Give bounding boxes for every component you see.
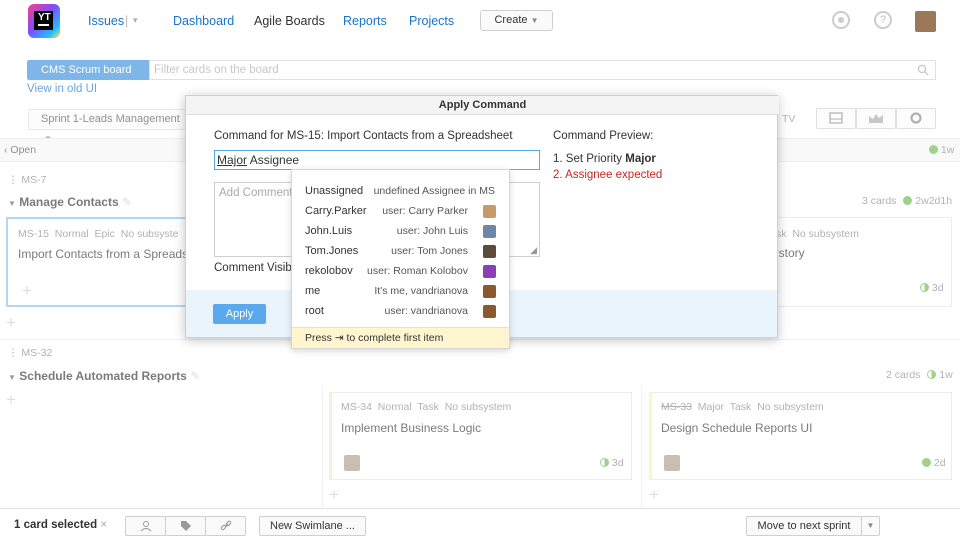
suggestion-desc: user: John Luis [396, 225, 468, 237]
suggestion-desc: user: Carry Parker [382, 205, 468, 217]
command-preview-label: Command Preview: [553, 130, 654, 142]
suggestion-name: root [305, 305, 324, 317]
new-swimlane-button[interactable]: New Swimlane ... [259, 516, 366, 536]
suggestion-desc: user: vandrianova [384, 305, 468, 317]
suggestion-tom-jones[interactable]: Tom.Jones user: Tom Jones [292, 242, 509, 262]
command-for-label: Command for MS-15: Import Contacts from … [214, 130, 513, 142]
assign-user-icon[interactable] [125, 516, 166, 536]
preview-1-text: 1. Set Priority [553, 153, 623, 165]
clear-selection-icon[interactable]: × [100, 519, 107, 531]
create-label: Create [494, 14, 528, 26]
user-avatar-icon [483, 225, 496, 238]
user-avatar-icon [483, 305, 496, 318]
link-icon[interactable] [205, 516, 246, 536]
suggestion-root[interactable]: root user: vandrianova [292, 302, 509, 322]
suggestion-name: John.Luis [305, 225, 353, 237]
user-avatar-icon [483, 205, 496, 218]
user-avatar[interactable] [915, 11, 936, 32]
resize-handle-icon[interactable]: ◢ [530, 245, 537, 256]
comment-placeholder: Add Comment [219, 187, 293, 199]
suggestion-desc: user: Roman Kolobov [367, 265, 468, 277]
logo-text: YT [38, 11, 51, 26]
top-navigation: YT Issues | ▾ Dashboard Agile Boards Rep… [0, 0, 960, 46]
command-for-prefix: Command for [214, 130, 284, 142]
nav-dashboard[interactable]: Dashboard [173, 14, 234, 28]
command-issue-id: MS-15: [286, 130, 324, 142]
user-avatar-icon [483, 285, 496, 298]
preview-item-2-error: 2. Assignee expected [553, 169, 663, 181]
nav-issues[interactable]: Issues [88, 14, 124, 28]
move-to-next-sprint-button[interactable]: Move to next sprint [746, 516, 862, 536]
command-issue-summary: Import Contacts from a Spreadsheet [327, 130, 513, 142]
suggestion-carry-parker[interactable]: Carry.Parker user: Carry Parker [292, 202, 509, 222]
apply-button[interactable]: Apply [213, 304, 266, 324]
issues-divider: | [125, 14, 129, 28]
suggestion-name: me [305, 285, 321, 297]
youtrack-logo[interactable]: YT [28, 4, 60, 38]
suggestion-rekolobov[interactable]: rekolobov user: Roman Kolobov [292, 262, 509, 282]
suggestion-name: rekolobov [305, 265, 353, 277]
suggestion-me[interactable]: me It's me, vandrianova [292, 282, 509, 302]
suggestion-name: Carry.Parker [305, 205, 367, 217]
suggestion-desc: user: Tom Jones [391, 245, 468, 257]
user-avatar-icon [483, 265, 496, 278]
dialog-title: Apply Command [186, 96, 779, 115]
user-avatar-icon [483, 245, 496, 258]
suggestion-unassigned[interactable]: Unassigned undefined Assignee in MS [292, 182, 509, 202]
suggestion-hint: Press ⇥ to complete first item [292, 327, 509, 348]
help-icon-glyph: ? [879, 14, 887, 26]
command-token-major: Major [217, 153, 248, 167]
assignee-suggestions: Unassigned undefined Assignee in MS Carr… [291, 169, 510, 349]
comment-visibility-label[interactable]: Comment Visibil [214, 262, 297, 274]
selection-status: 1 card selected × [14, 519, 107, 531]
command-input[interactable]: Major Assignee [214, 150, 540, 170]
preview-item-1: 1. Set Priority Major [553, 153, 656, 165]
suggestion-desc: It's me, vandrianova [374, 285, 468, 297]
command-token-assignee: Assignee [249, 153, 300, 167]
selected-count: 1 card selected [14, 519, 98, 531]
chevron-down-icon[interactable]: ▼ [861, 516, 880, 536]
suggestion-desc: undefined Assignee in MS [373, 185, 495, 197]
settings-icon[interactable] [832, 11, 850, 29]
suggestion-name: Unassigned [305, 185, 364, 197]
suggestion-name: Tom.Jones [305, 245, 359, 257]
nav-reports[interactable]: Reports [343, 14, 387, 28]
nav-projects[interactable]: Projects [409, 14, 454, 28]
suggestion-john-luis[interactable]: John.Luis user: John Luis [292, 222, 509, 242]
help-icon[interactable]: ? [874, 11, 892, 29]
nav-agile-boards[interactable]: Agile Boards [254, 14, 325, 28]
issues-dropdown-icon[interactable]: ▾ [133, 15, 138, 26]
tag-icon[interactable] [165, 516, 206, 536]
chevron-down-icon: ▼ [530, 16, 539, 25]
preview-1-value: Major [625, 153, 656, 165]
create-button[interactable]: Create ▼ [480, 10, 553, 31]
